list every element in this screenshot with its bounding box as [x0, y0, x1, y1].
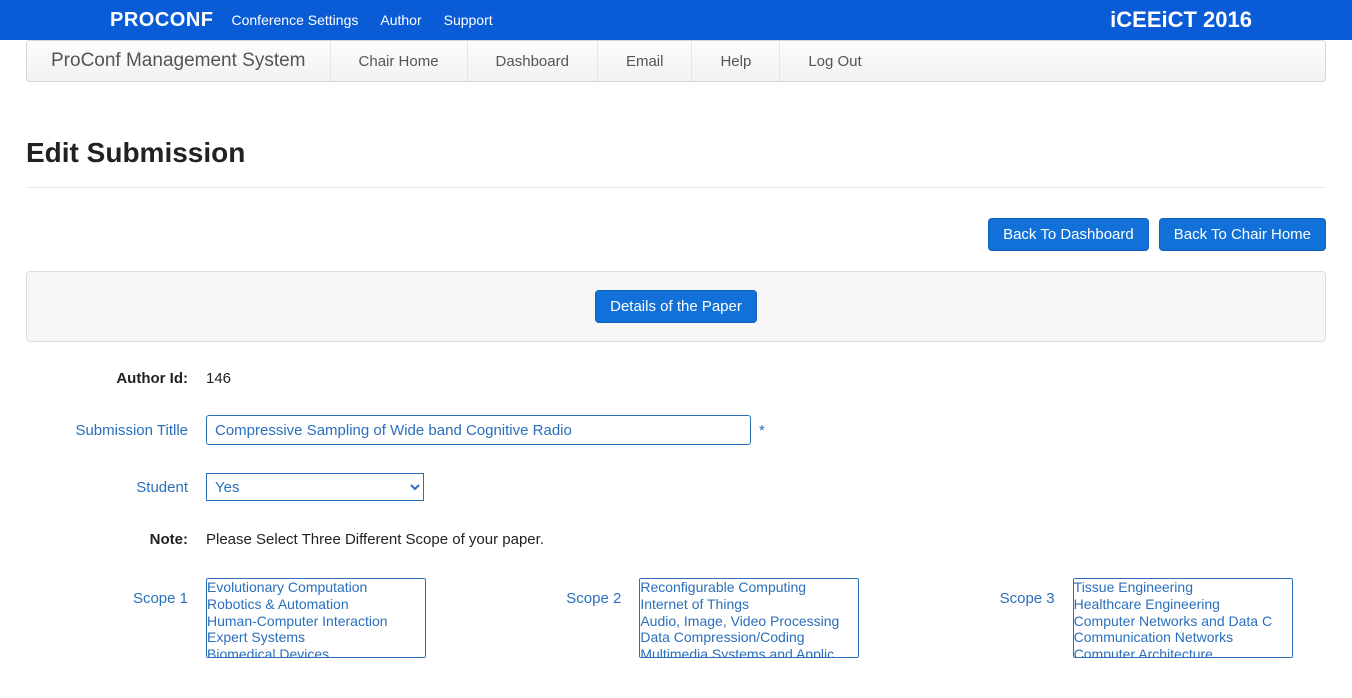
nav-email[interactable]: Email [597, 41, 692, 81]
scope-2-col: Scope 2 Reconfigurable ComputingInternet… [459, 578, 892, 658]
scope-2-select[interactable]: Reconfigurable ComputingInternet of Thin… [639, 578, 859, 658]
student-select[interactable]: YesNo [206, 473, 424, 501]
scope-1-col: Scope 1 Evolutionary ComputationRobotics… [26, 578, 459, 658]
nav-logout[interactable]: Log Out [779, 41, 889, 81]
author-id-row: Author Id: 146 [26, 370, 1326, 387]
note-label: Note: [26, 531, 206, 548]
back-to-chair-home-button[interactable]: Back To Chair Home [1159, 218, 1326, 251]
nav-dashboard[interactable]: Dashboard [467, 41, 597, 81]
note-row: Note: Please Select Three Different Scop… [26, 531, 1326, 548]
page-title: Edit Submission [26, 137, 1326, 169]
scope-3-select[interactable]: Tissue EngineeringHealthcare Engineering… [1073, 578, 1293, 658]
author-id-label: Author Id: [26, 370, 206, 387]
scope-grid: Scope 1 Evolutionary ComputationRobotics… [26, 578, 1326, 658]
divider [26, 187, 1326, 188]
nav-help[interactable]: Help [691, 41, 779, 81]
topnav-conference-settings[interactable]: Conference Settings [232, 12, 359, 28]
note-value: Please Select Three Different Scope of y… [206, 531, 544, 548]
secondary-navbar: ProConf Management System Chair Home Das… [26, 40, 1326, 82]
scope-1-label: Scope 1 [26, 578, 206, 658]
submission-title-label: Submission Titlle [26, 422, 206, 439]
submission-title-row: Submission Titlle * [26, 415, 1326, 445]
conference-name: iCEEiCT 2016 [1110, 7, 1252, 33]
top-navbar: PROCONF Conference Settings Author Suppo… [0, 0, 1352, 40]
student-label: Student [26, 479, 206, 496]
panel-heading: Details of the Paper [26, 271, 1326, 342]
scope-3-label: Scope 3 [893, 578, 1073, 658]
back-to-dashboard-button[interactable]: Back To Dashboard [988, 218, 1149, 251]
student-row: Student YesNo [26, 473, 1326, 501]
scope-2-label: Scope 2 [459, 578, 639, 658]
brand-logo[interactable]: PROCONF [110, 9, 214, 32]
action-buttons-row: Back To Dashboard Back To Chair Home [26, 218, 1326, 251]
top-nav-links: Conference Settings Author Support [232, 12, 493, 28]
topnav-support[interactable]: Support [444, 12, 493, 28]
author-id-value: 146 [206, 370, 231, 387]
scope-1-select[interactable]: Evolutionary ComputationRobotics & Autom… [206, 578, 426, 658]
system-title: ProConf Management System [27, 50, 330, 72]
details-of-paper-button[interactable]: Details of the Paper [595, 290, 757, 323]
submission-title-input[interactable] [206, 415, 751, 445]
nav-chair-home[interactable]: Chair Home [330, 41, 467, 81]
scope-3-col: Scope 3 Tissue EngineeringHealthcare Eng… [893, 578, 1326, 658]
required-indicator: * [759, 422, 765, 439]
topnav-author[interactable]: Author [380, 12, 421, 28]
